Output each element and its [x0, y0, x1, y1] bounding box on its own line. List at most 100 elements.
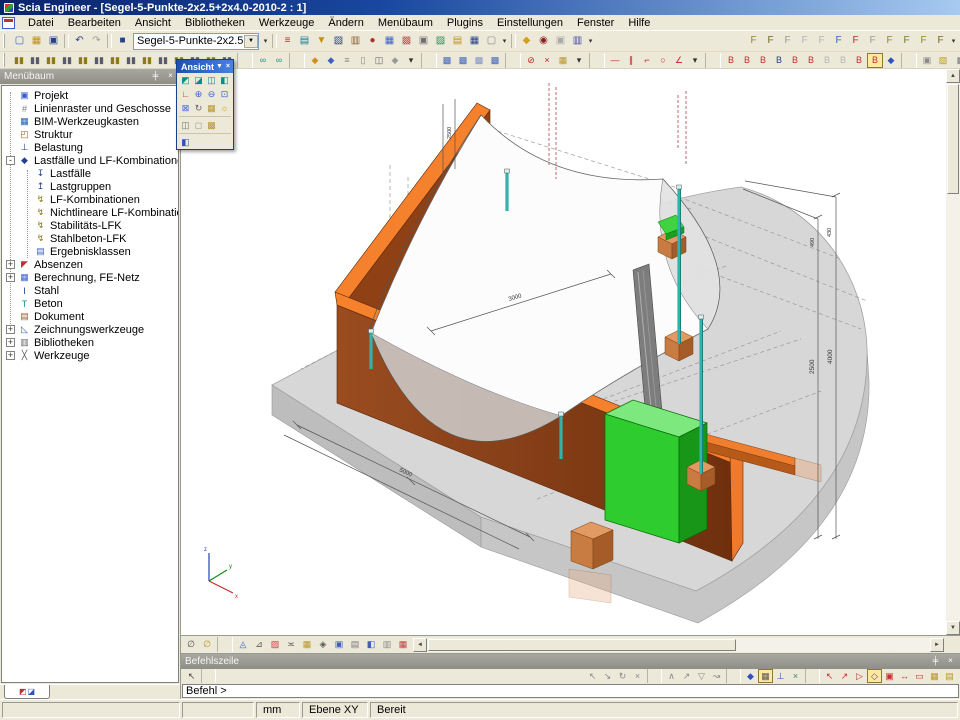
tree-expander[interactable]: +: [6, 325, 15, 334]
grid-snap-icon[interactable]: ▦: [758, 669, 773, 683]
folder-icon[interactable]: ▦: [555, 53, 571, 68]
tree-item[interactable]: T Beton: [2, 297, 178, 310]
toolbar-separator[interactable]: [589, 53, 605, 68]
menu-item[interactable]: Bibliotheken: [178, 16, 252, 30]
support-block-lower[interactable]: [569, 522, 613, 603]
edge-snap-icon[interactable]: ↗: [679, 669, 694, 683]
toolbar-separator[interactable]: [64, 34, 69, 48]
select-arrow-icon[interactable]: ↘: [600, 669, 615, 683]
chevron-down-icon[interactable]: ▼: [216, 63, 223, 70]
viewport-vertical-scrollbar[interactable]: ▲ ▼: [946, 69, 960, 635]
ortho-snap-icon[interactable]: ⊥: [773, 669, 788, 683]
beam-icon[interactable]: B: [851, 53, 867, 68]
light-icon[interactable]: ☼: [218, 102, 231, 114]
tree-item[interactable]: ↥ Lastgruppen: [2, 180, 178, 193]
view-z-icon[interactable]: ◧: [218, 74, 231, 86]
undo-icon[interactable]: ↶: [71, 33, 88, 49]
pointer-mode-icon[interactable]: ↖: [184, 669, 199, 683]
polyline-icon[interactable]: ⌐: [639, 53, 655, 68]
export-icon[interactable]: ▨: [935, 53, 951, 68]
selection-tool-icon[interactable]: ▮▮: [75, 53, 91, 68]
node-icon[interactable]: ◆: [883, 53, 899, 68]
ucs-icon[interactable]: ∟: [179, 88, 192, 100]
render-display-icon[interactable]: ▦: [299, 637, 315, 652]
point-snap-icon[interactable]: ◆: [743, 669, 758, 683]
tool-icon[interactable]: ▦: [381, 33, 398, 49]
tool-icon[interactable]: ▨: [432, 33, 449, 49]
loadcase-icon[interactable]: F: [864, 33, 881, 49]
redo-icon[interactable]: ↷: [88, 33, 105, 49]
tool-icon[interactable]: ▯: [355, 53, 371, 68]
selection-tool-icon[interactable]: ▮▮: [27, 53, 43, 68]
angle-icon[interactable]: ∠: [671, 53, 687, 68]
beam-icon[interactable]: B: [867, 53, 883, 68]
pin-icon[interactable]: ╪: [150, 71, 161, 82]
combo-dropdown-arrow[interactable]: ▼: [244, 35, 258, 48]
horizontal-scroll-track[interactable]: [737, 638, 930, 652]
menu-item[interactable]: Werkzeuge: [252, 16, 321, 30]
hidden-line-icon[interactable]: ◻: [192, 119, 205, 131]
node-snap-icon[interactable]: ↗: [837, 669, 852, 683]
result-display-icon[interactable]: ▦: [395, 637, 411, 652]
loadcase-icon[interactable]: F: [813, 33, 830, 49]
graphics-viewport[interactable]: 2500 4000 490 430 5000 3000 2500 z: [181, 69, 946, 635]
selection-tool-icon[interactable]: ▮▮: [59, 53, 75, 68]
zoom-out-icon[interactable]: ⊖: [205, 88, 218, 100]
selection-tool-icon[interactable]: ▮▮: [123, 53, 139, 68]
loadcase-icon[interactable]: F: [745, 33, 762, 49]
tool-icon[interactable]: ▧: [330, 33, 347, 49]
scroll-right-icon[interactable]: ►: [930, 638, 944, 652]
tool-icon[interactable]: ▣: [552, 33, 569, 49]
toolbar-overflow-arrow[interactable]: ▾: [261, 33, 270, 49]
tool-icon[interactable]: ▩: [398, 33, 415, 49]
dimension-line-icon[interactable]: —: [607, 53, 623, 68]
grid-display-icon[interactable]: ▥: [379, 637, 395, 652]
tool-icon[interactable]: ▥: [569, 33, 586, 49]
command-input[interactable]: Befehl >: [182, 684, 959, 698]
tool-icon[interactable]: ▣: [415, 33, 432, 49]
clipping-box-icon[interactable]: ◧: [179, 136, 192, 148]
axes-display-icon[interactable]: ◬: [235, 637, 251, 652]
tool-icon[interactable]: ≡: [339, 53, 355, 68]
tree-item[interactable]: - ◆ Lastfälle und LF-Kombinationen: [2, 154, 178, 167]
tree-expander[interactable]: +: [6, 338, 15, 347]
shadow-display-icon[interactable]: ◈: [315, 637, 331, 652]
close-icon[interactable]: ×: [945, 656, 956, 667]
toolbar-separator[interactable]: [505, 53, 521, 68]
tree-expander[interactable]: +: [6, 260, 15, 269]
curve-snap-icon[interactable]: ↝: [709, 669, 724, 683]
horizontal-scroll-thumb[interactable]: [428, 639, 736, 651]
beam-icon[interactable]: B: [787, 53, 803, 68]
tree-item[interactable]: ↯ Nichtlineare LF-Kombinationen: [2, 206, 178, 219]
model-canvas[interactable]: 2500 4000 490 430 5000 3000 2500 z: [181, 69, 946, 635]
scroll-down-icon[interactable]: ▼: [946, 621, 960, 635]
erase-icon[interactable]: ×: [539, 53, 555, 68]
menu-item[interactable]: Hilfe: [621, 16, 657, 30]
segment-snap-icon[interactable]: ▭: [912, 669, 927, 683]
menu-item[interactable]: Datei: [21, 16, 61, 30]
beam-icon[interactable]: B: [723, 53, 739, 68]
level-display-icon[interactable]: ≍: [283, 637, 299, 652]
menu-item[interactable]: Ändern: [321, 16, 370, 30]
toolbar-separator[interactable]: [901, 53, 917, 68]
tree-item[interactable]: ▤ Ergebnisklassen: [2, 245, 178, 258]
calculation-icon[interactable]: ≡: [279, 33, 296, 49]
tree-item[interactable]: ⊥ Belastung: [2, 141, 178, 154]
toolbar-overflow-arrow[interactable]: ▾: [500, 33, 509, 49]
status-plane[interactable]: Ebene XY: [302, 702, 368, 718]
toolbar-separator[interactable]: [107, 34, 112, 48]
menu-item[interactable]: Einstellungen: [490, 16, 570, 30]
tool-icon[interactable]: ◆: [387, 53, 403, 68]
open-icon[interactable]: ▦: [28, 33, 45, 49]
tool-icon[interactable]: ●: [364, 33, 381, 49]
selection-tool-icon[interactable]: ▮▮: [91, 53, 107, 68]
tree-expander[interactable]: +: [6, 273, 15, 282]
tree-item[interactable]: + ◺ Zeichnungswerkzeuge: [2, 323, 178, 336]
save-view-icon[interactable]: ▣: [919, 53, 935, 68]
toolbar-separator[interactable]: [726, 669, 741, 683]
rotate-snap-icon[interactable]: ↻: [615, 669, 630, 683]
tool-icon[interactable]: ▤: [296, 33, 313, 49]
project-combobox[interactable]: Segel-5-Punkte-2x2.5 ▼: [133, 33, 259, 50]
toolbar-separator[interactable]: [237, 53, 253, 68]
perspective-icon[interactable]: ⊿: [251, 637, 267, 652]
